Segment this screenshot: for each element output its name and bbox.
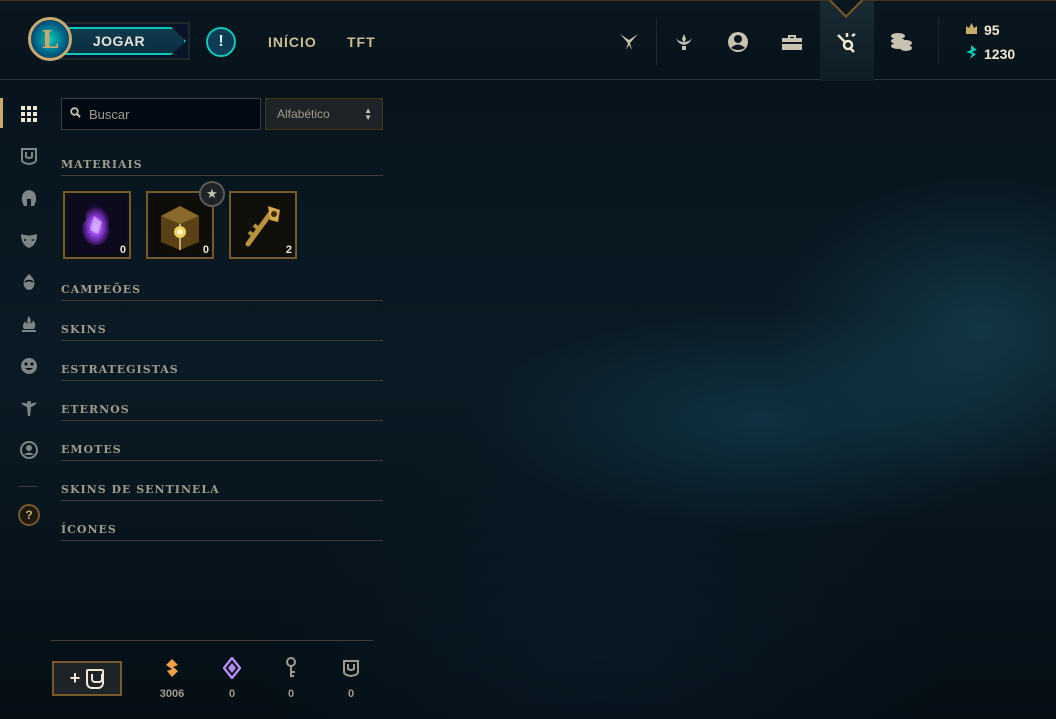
category-icons[interactable]: ÍCONES [61,517,383,541]
star-badge-icon: ★ [199,181,225,207]
nav-home[interactable]: INÍCIO [268,34,317,50]
search-field[interactable] [61,98,261,130]
sort-dropdown-value: Alfabético [277,107,330,121]
blue-essence-icon [964,22,978,38]
item-count: 2 [285,244,292,256]
search-icon [70,107,81,121]
masterwork-chest-icon [151,196,209,254]
resource-key-fragment: 0 [266,656,316,700]
nav-tft[interactable]: TFT [347,34,376,50]
flame-icon[interactable] [18,313,40,335]
item-count: 0 [202,244,209,256]
category-ward-skins[interactable]: SKINS DE SENTINELA [61,477,383,501]
chest-icon [326,656,376,680]
loot-item-mythic-essence[interactable]: 0 [63,191,131,259]
key-fragment-icon [266,656,316,680]
egg-icon[interactable] [18,271,40,293]
mythic-essence-icon [68,196,126,254]
sort-dropdown[interactable]: Alfabético ▲ ▼ [265,98,383,130]
category-eternals[interactable]: ETERNOS [61,397,383,421]
loot-item-hextech-key[interactable]: 2 [229,191,297,259]
chest-icon [86,668,105,689]
ward-icon[interactable] [18,397,40,419]
alert-icon[interactable]: ! [206,27,236,57]
swords-icon[interactable] [616,29,642,55]
hextech-key-icon [234,196,292,254]
resource-orange-essence: 3006 [147,656,197,700]
chest-icon[interactable] [18,145,40,167]
add-chest-button[interactable]: + [52,661,122,696]
resource-chest: 0 [326,656,376,700]
mask-icon[interactable] [18,229,40,251]
updown-arrow-icon: ▲ ▼ [364,106,372,122]
helmet-icon[interactable] [18,187,40,209]
top-navigation-bar: JOGAR L ! INÍCIO TFT 95 1230 [0,0,1056,81]
category-materials[interactable]: MATERIAIS [61,152,383,176]
summoner-icon[interactable] [18,439,40,461]
help-icon[interactable]: ? [18,504,40,526]
profile-icon[interactable] [725,29,751,55]
category-emotes[interactable]: EMOTES [61,437,383,461]
search-input[interactable] [89,106,249,122]
mythic-essence-icon [207,656,257,680]
store-icon[interactable] [888,29,914,55]
category-tacticians[interactable]: ESTRATEGISTAS [61,357,383,381]
emote-face-icon[interactable] [18,355,40,377]
category-skins[interactable]: SKINS [61,317,383,341]
loot-icon[interactable] [834,29,860,55]
category-champions[interactable]: CAMPEÕES [61,277,383,301]
league-logo-icon[interactable]: L [28,17,72,61]
play-button[interactable]: JOGAR [56,22,190,60]
item-count: 0 [119,244,126,256]
trophy-icon[interactable] [671,29,697,55]
blue-essence-counter[interactable]: 95 [964,22,1000,38]
play-button-label: JOGAR [92,33,146,49]
sidebar-active-indicator [0,98,3,128]
grid-icon[interactable] [18,103,40,125]
orange-essence-icon [147,656,197,680]
collection-icon[interactable] [779,29,805,55]
resource-mythic-essence: 0 [207,656,257,700]
riot-points-icon [964,45,978,62]
riot-points-counter[interactable]: 1230 [964,45,1015,62]
